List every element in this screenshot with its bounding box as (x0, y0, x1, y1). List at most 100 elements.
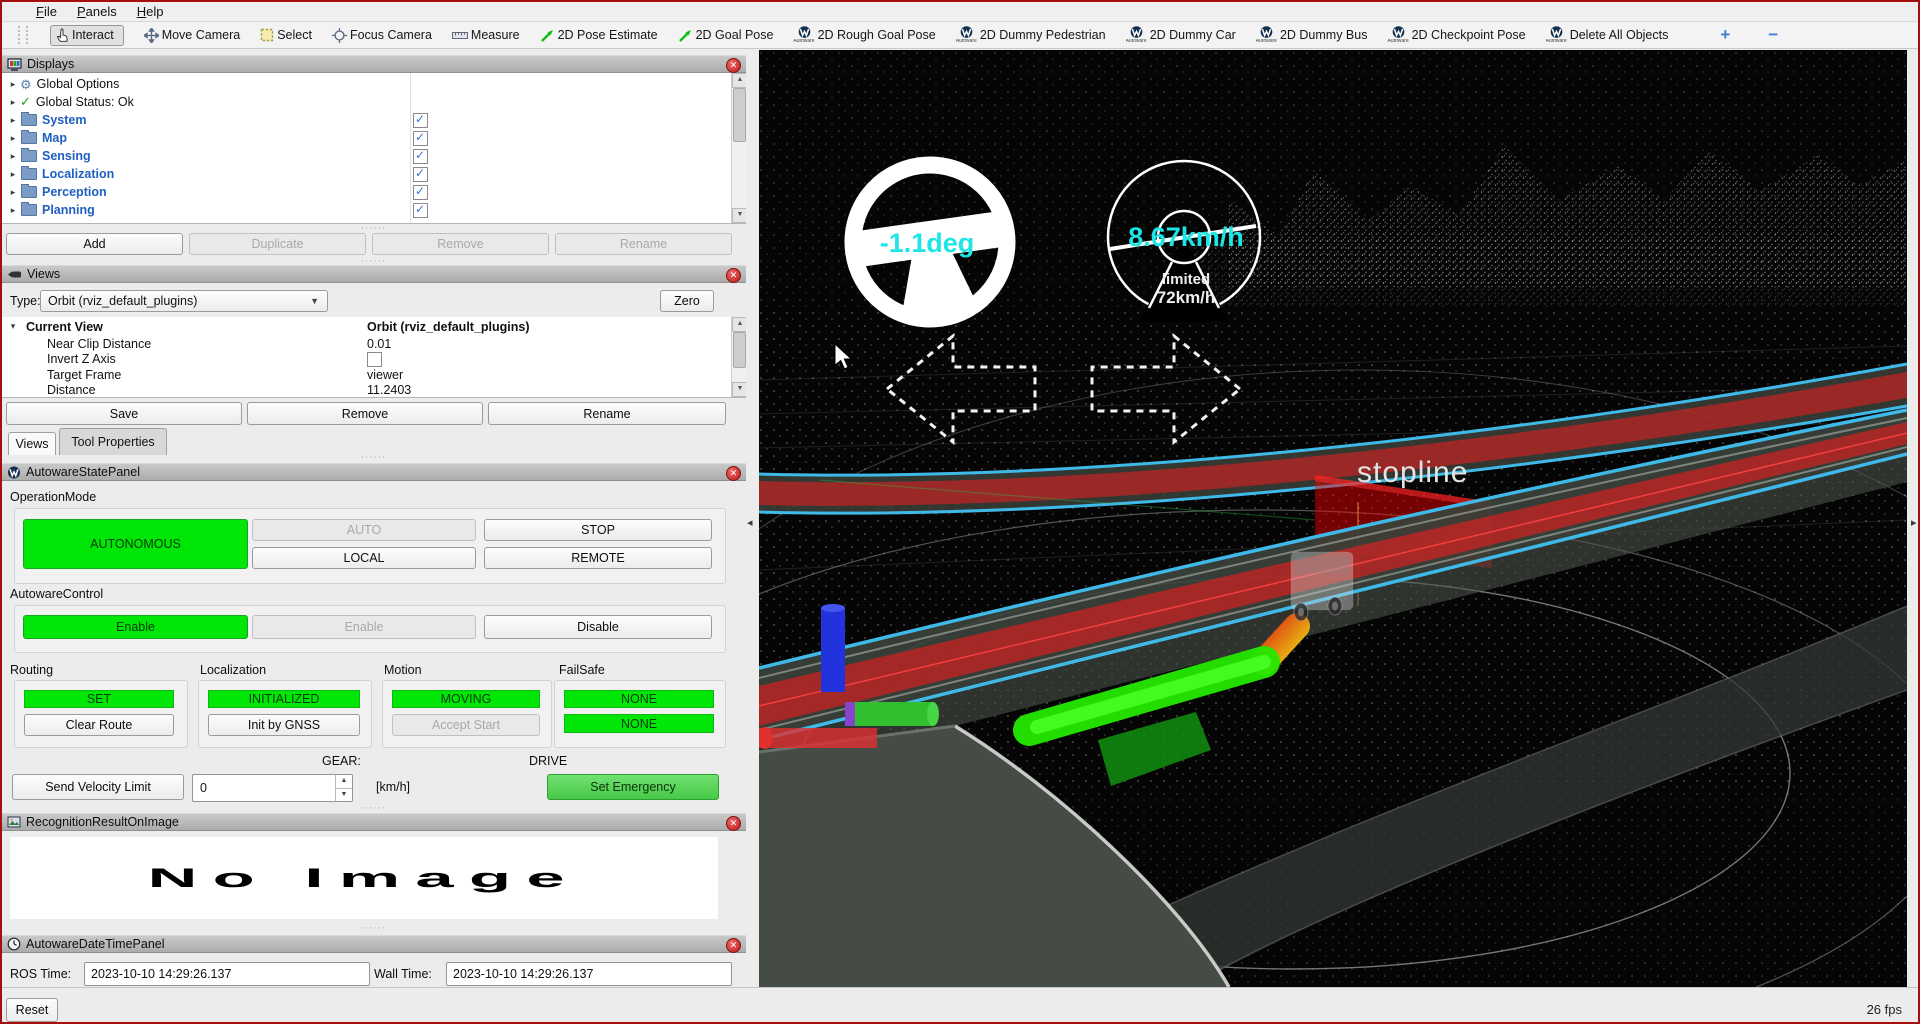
enable-status-button[interactable]: Enable (23, 615, 248, 639)
tool-interact[interactable]: Interact (50, 25, 124, 46)
duplicate-display-button[interactable]: Duplicate (189, 233, 366, 255)
set-emergency-button[interactable]: Set Emergency (547, 774, 719, 800)
tree-row-perception[interactable]: ▸Perception (2, 183, 746, 201)
tree-row-sensing[interactable]: ▸Sensing (2, 147, 746, 165)
enable-button[interactable]: Enable (252, 615, 476, 639)
accept-start-button[interactable]: Accept Start (392, 714, 540, 736)
scroll-down-icon[interactable]: ▼ (732, 208, 746, 223)
collapse-right-icon[interactable]: ▸ (1911, 516, 1917, 529)
expander-icon[interactable]: ▾ (7, 321, 19, 332)
splitter-handle[interactable]: ∙∙∙∙∙∙ (334, 925, 414, 931)
property-row[interactable]: Near Clip Distance 0.01 (2, 336, 746, 352)
add-tool-button[interactable]: + (1718, 25, 1732, 45)
expander-icon[interactable]: ▸ (7, 169, 19, 180)
menu-help[interactable]: Help (129, 3, 172, 20)
tool-select[interactable]: Select (260, 28, 312, 42)
3d-viewport[interactable]: stopline -1.1deg 8.67km/h (759, 50, 1907, 987)
expander-icon[interactable]: ▸ (7, 97, 19, 108)
tool-measure[interactable]: Measure (452, 28, 520, 42)
property-row[interactable]: Target Frame viewer (2, 367, 746, 383)
remove-display-button[interactable]: Remove (372, 233, 549, 255)
expander-icon[interactable]: ▸ (7, 205, 19, 216)
tool-move-camera[interactable]: Move Camera (144, 28, 241, 43)
scroll-up-icon[interactable]: ▲ (732, 317, 746, 332)
expander-icon[interactable]: ▸ (7, 151, 19, 162)
displays-panel-header[interactable]: Displays ✕ (2, 55, 746, 73)
tool-delete-all-objects[interactable]: Autoware Delete All Objects (1546, 26, 1669, 44)
auto-button[interactable]: AUTO (252, 519, 476, 541)
splitter-handle[interactable]: ∙∙∙∙∙∙ (334, 225, 414, 231)
tool-2d-checkpoint-pose[interactable]: Autoware 2D Checkpoint Pose (1387, 26, 1525, 44)
tool-2d-dummy-pedestrian[interactable]: Autoware 2D Dummy Pedestrian (956, 26, 1106, 44)
splitter-handle[interactable]: ∙∙∙∙∙∙ (334, 258, 414, 264)
views-panel-header[interactable]: Views ✕ (2, 265, 746, 283)
expander-icon[interactable]: ▸ (7, 115, 19, 126)
splitter-handle[interactable]: ∙∙∙∙∙∙ (334, 454, 414, 460)
autonomous-status-button[interactable]: AUTONOMOUS (23, 519, 248, 569)
expander-icon[interactable]: ▸ (7, 133, 19, 144)
tab-views[interactable]: Views (8, 432, 56, 455)
close-icon[interactable]: ✕ (726, 816, 741, 831)
save-view-button[interactable]: Save (6, 402, 242, 425)
invert-z-checkbox[interactable] (367, 352, 382, 367)
toolbar-grip[interactable] (18, 26, 28, 44)
disable-button[interactable]: Disable (484, 615, 712, 639)
menu-file[interactable]: File (28, 3, 65, 20)
visibility-checkbox[interactable] (413, 185, 428, 200)
visibility-checkbox[interactable] (413, 149, 428, 164)
tree-row-localization[interactable]: ▸Localization (2, 165, 746, 183)
close-icon[interactable]: ✕ (726, 938, 741, 953)
splitter-handle[interactable]: ∙∙∙∙∙∙ (334, 805, 414, 811)
recognition-panel-header[interactable]: RecognitionResultOnImage ✕ (2, 813, 746, 831)
zero-button[interactable]: Zero (660, 290, 714, 312)
ros-time-field[interactable]: 2023-10-10 14:29:26.137 (84, 962, 370, 986)
tool-2d-goal-pose[interactable]: 2D Goal Pose (678, 28, 774, 43)
tree-row-map[interactable]: ▸Map (2, 129, 746, 147)
clear-route-button[interactable]: Clear Route (24, 714, 174, 736)
spinbox-arrows[interactable]: ▲▼ (335, 775, 352, 801)
tool-2d-rough-goal-pose[interactable]: Autoware 2D Rough Goal Pose (793, 26, 935, 44)
wall-time-field[interactable]: 2023-10-10 14:29:26.137 (446, 962, 732, 986)
send-velocity-limit-button[interactable]: Send Velocity Limit (12, 774, 184, 800)
tool-2d-dummy-car[interactable]: Autoware 2D Dummy Car (1126, 26, 1236, 44)
visibility-checkbox[interactable] (413, 131, 428, 146)
stop-button[interactable]: STOP (484, 519, 712, 541)
collapse-left-icon[interactable]: ◂ (747, 516, 753, 529)
datetime-panel-header[interactable]: AutowareDateTimePanel ✕ (2, 935, 746, 953)
displays-scrollbar[interactable]: ▲ ▼ (731, 73, 746, 223)
close-icon[interactable]: ✕ (726, 268, 741, 283)
close-icon[interactable]: ✕ (726, 58, 741, 73)
property-row[interactable]: Distance 11.2403 (2, 383, 746, 398)
property-row[interactable]: Invert Z Axis (2, 352, 746, 368)
current-view-row[interactable]: ▾ Current View Orbit (rviz_default_plugi… (2, 319, 746, 335)
remote-button[interactable]: REMOTE (484, 547, 712, 569)
init-by-gnss-button[interactable]: Init by GNSS (208, 714, 360, 736)
visibility-checkbox[interactable] (413, 203, 428, 218)
menu-panels[interactable]: Panels (69, 3, 125, 20)
visibility-checkbox[interactable] (413, 167, 428, 182)
tree-row-global-options[interactable]: ▸⚙Global Options (2, 75, 746, 93)
reset-button[interactable]: Reset (6, 998, 58, 1022)
remove-tool-button[interactable]: − (1766, 25, 1780, 45)
tool-2d-pose-estimate[interactable]: 2D Pose Estimate (540, 28, 658, 43)
view-type-select[interactable]: Orbit (rviz_default_plugins) ▼ (40, 290, 328, 312)
rename-display-button[interactable]: Rename (555, 233, 732, 255)
tool-focus-camera[interactable]: Focus Camera (332, 28, 432, 43)
tree-row-planning[interactable]: ▸Planning (2, 201, 746, 219)
tree-row-global-status[interactable]: ▸✓Global Status: Ok (2, 93, 746, 111)
add-display-button[interactable]: Add (6, 233, 183, 255)
rename-view-button[interactable]: Rename (488, 402, 726, 425)
visibility-checkbox[interactable] (413, 113, 428, 128)
tool-2d-dummy-bus[interactable]: Autoware 2D Dummy Bus (1256, 26, 1368, 44)
scroll-down-icon[interactable]: ▼ (732, 382, 746, 397)
tree-row-system[interactable]: ▸System (2, 111, 746, 129)
expander-icon[interactable]: ▸ (7, 79, 19, 90)
autoware-state-panel-header[interactable]: AutowareStatePanel ✕ (2, 463, 746, 481)
scroll-up-icon[interactable]: ▲ (732, 73, 746, 88)
views-scrollbar[interactable]: ▲ ▼ (731, 317, 746, 397)
local-button[interactable]: LOCAL (252, 547, 476, 569)
remove-view-button[interactable]: Remove (247, 402, 483, 425)
velocity-limit-spinbox[interactable]: 0 ▲▼ (192, 774, 353, 802)
tab-tool-properties[interactable]: Tool Properties (59, 428, 167, 455)
expander-icon[interactable]: ▸ (7, 187, 19, 198)
